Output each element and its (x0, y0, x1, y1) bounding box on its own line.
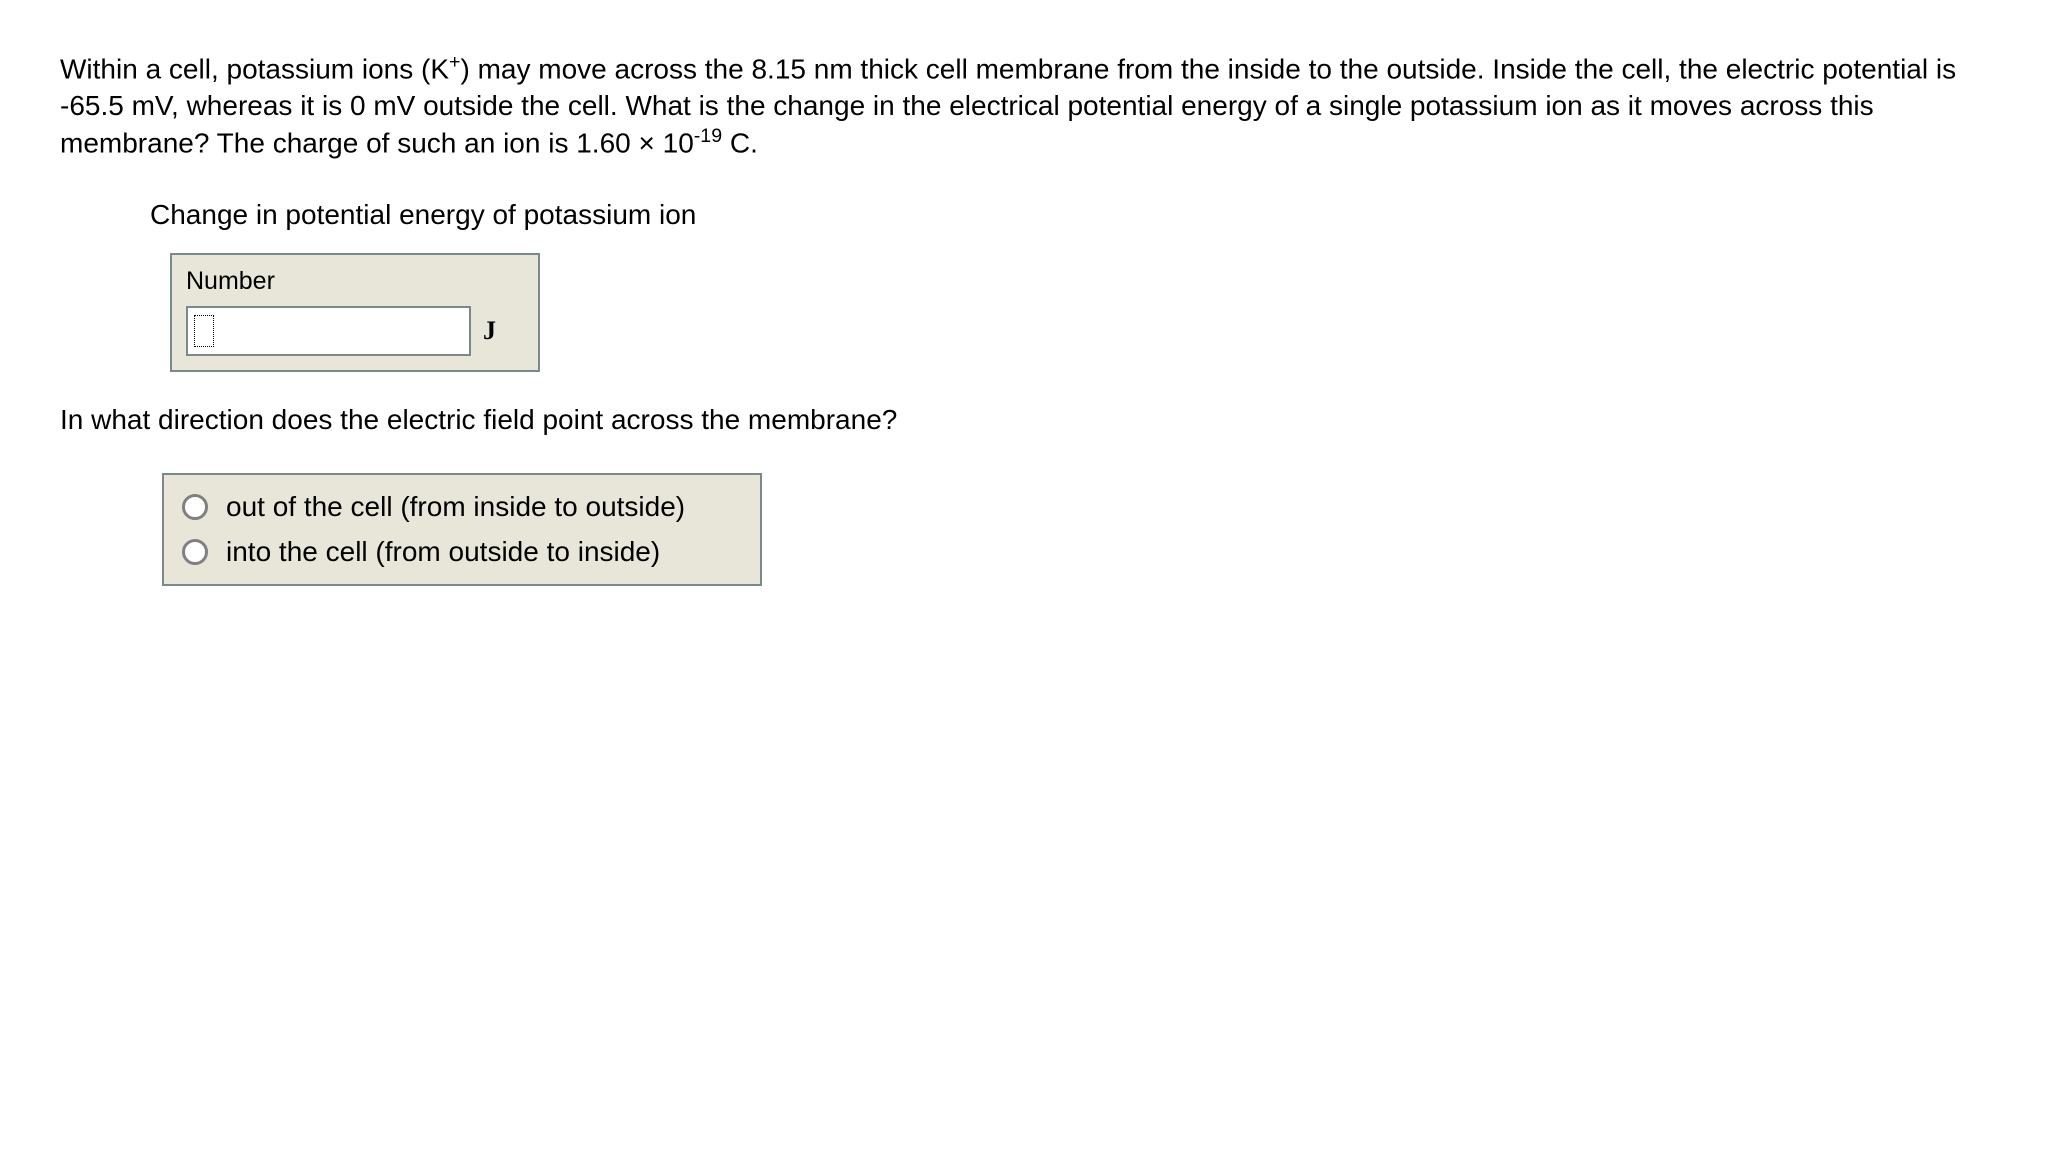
radio-label-2: into the cell (from outside to inside) (226, 534, 660, 570)
question-superscript1: + (449, 51, 460, 73)
question-text: Within a cell, potassium ions (K+) may m… (60, 50, 1986, 162)
radio-label-1: out of the cell (from inside to outside) (226, 489, 685, 525)
radio-button-2[interactable] (182, 539, 208, 565)
number-box-label: Number (186, 265, 524, 298)
question-part1: Within a cell, potassium ions (K (60, 53, 449, 84)
number-input[interactable] (186, 306, 471, 356)
question-superscript2: -19 (694, 125, 722, 147)
input-section-label: Change in potential energy of potassium … (150, 197, 1986, 233)
radio-button-1[interactable] (182, 494, 208, 520)
question-part3: C. (722, 127, 758, 158)
input-cursor (194, 315, 214, 347)
number-input-box: Number J (170, 253, 540, 372)
radio-row-1[interactable]: out of the cell (from inside to outside) (182, 485, 742, 529)
radio-options-box: out of the cell (from inside to outside)… (162, 473, 762, 586)
question-2-text: In what direction does the electric fiel… (60, 402, 1986, 438)
radio-row-2[interactable]: into the cell (from outside to inside) (182, 530, 742, 574)
input-row: J (186, 306, 524, 356)
unit-label: J (483, 314, 496, 348)
